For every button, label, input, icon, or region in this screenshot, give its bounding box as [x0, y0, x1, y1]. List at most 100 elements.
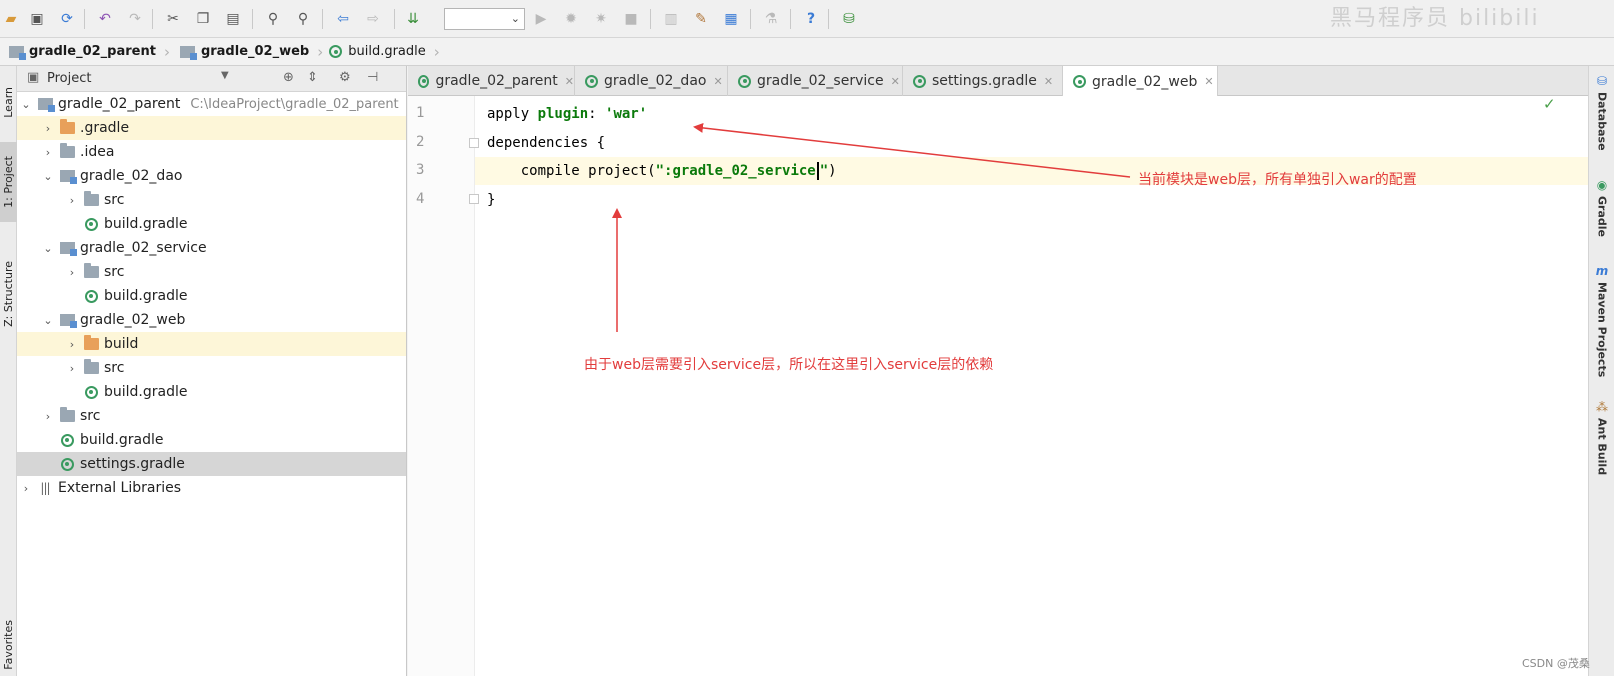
collapse-all-icon[interactable]: ⇕ [307, 70, 318, 85]
sdk-icon[interactable]: ⚗ [760, 8, 782, 30]
tree-item-web-src[interactable]: › src [17, 356, 406, 380]
open-folder-icon[interactable]: ▰ [0, 8, 22, 30]
expanded-arrow-icon[interactable]: ⌄ [19, 98, 33, 111]
vcs-icon[interactable]: ▥ [660, 8, 682, 30]
tool-tab-ant[interactable]: ⁂ Ant Build [1589, 400, 1614, 475]
tree-item-dao-src[interactable]: › src [17, 188, 406, 212]
collapsed-arrow-icon[interactable]: › [65, 266, 79, 279]
tree-item-label: gradle_02_service [80, 240, 207, 256]
tree-item-root-build-gradle[interactable]: build.gradle [17, 428, 406, 452]
ant-icon: ⁂ [1596, 400, 1608, 414]
check-icon: ✓ [1543, 95, 1556, 113]
project-structure-icon[interactable]: ▦ [720, 8, 742, 30]
breadcrumb: gradle_02_parent › gradle_02_web › build… [0, 38, 1614, 66]
collapsed-arrow-icon[interactable]: › [41, 410, 55, 423]
tab-gradle-02-service[interactable]: gradle_02_service ✕ [728, 66, 903, 96]
close-icon[interactable]: ✕ [713, 75, 722, 88]
collapsed-arrow-icon[interactable]: › [41, 122, 55, 135]
close-icon[interactable]: ✕ [565, 75, 574, 88]
close-icon[interactable]: ✕ [891, 75, 900, 88]
tool-tab-learn[interactable]: Learn [0, 72, 17, 132]
collapsed-arrow-icon[interactable]: › [19, 482, 33, 495]
forward-icon[interactable]: ⇨ [362, 8, 384, 30]
chevron-down-icon[interactable]: ▼ [221, 70, 229, 81]
expanded-arrow-icon[interactable]: ⌄ [41, 314, 55, 327]
collapsed-arrow-icon[interactable]: › [65, 338, 79, 351]
breadcrumb-label: gradle_02_web [200, 44, 310, 59]
debug-icon[interactable]: ✹ [560, 8, 582, 30]
sync-icon[interactable]: ⟳ [56, 8, 78, 30]
fold-marker-icon[interactable] [469, 138, 479, 148]
tool-tab-database[interactable]: ⛁ Database [1589, 74, 1614, 151]
gradle-file-icon [59, 433, 75, 447]
close-icon[interactable]: ✕ [1044, 75, 1053, 88]
tool-tab-maven[interactable]: m Maven Projects [1589, 264, 1614, 377]
tab-gradle-02-web[interactable]: gradle_02_web ✕ [1063, 66, 1218, 97]
tab-gradle-02-dao[interactable]: gradle_02_dao ✕ [575, 66, 728, 96]
paste-icon[interactable]: ▤ [222, 8, 244, 30]
breadcrumb-item-file[interactable]: build.gradle [329, 38, 432, 66]
line-number: 1 [416, 105, 425, 121]
tool-tab-project[interactable]: 1: Project [0, 142, 17, 222]
expanded-arrow-icon[interactable]: ⌄ [41, 242, 55, 255]
tree-item-label: gradle_02_web [80, 312, 186, 328]
toolbar-separator [152, 9, 153, 29]
breadcrumb-item-web[interactable]: gradle_02_web [176, 38, 315, 66]
tree-item-service-build-gradle[interactable]: build.gradle [17, 284, 406, 308]
tree-item-web[interactable]: ⌄ gradle_02_web [17, 308, 406, 332]
collapsed-arrow-icon[interactable]: › [41, 146, 55, 159]
fold-marker-icon[interactable] [469, 194, 479, 204]
tree-item-label: build.gradle [80, 432, 164, 448]
tree-item-label: settings.gradle [80, 456, 185, 472]
project-view-select[interactable]: Project [47, 71, 91, 86]
tree-item-root-src[interactable]: › src [17, 404, 406, 428]
build-icon[interactable]: ⇊ [402, 8, 424, 30]
plugin-icon[interactable]: ⛁ [838, 8, 860, 30]
tool-tab-structure[interactable]: Z: Structure [0, 246, 17, 342]
tab-settings-gradle[interactable]: settings.gradle ✕ [903, 66, 1063, 96]
collapsed-arrow-icon[interactable]: › [65, 194, 79, 207]
tool-tab-favorites[interactable]: Favorites [0, 614, 17, 676]
redo-icon[interactable]: ↷ [124, 8, 146, 30]
tree-item-settings-gradle[interactable]: settings.gradle [17, 452, 406, 476]
copy-icon[interactable]: ❐ [192, 8, 214, 30]
tree-item-dot-gradle[interactable]: › .gradle [17, 116, 406, 140]
scroll-from-source-icon[interactable]: ⊕ [283, 70, 294, 85]
cut-icon[interactable]: ✂ [162, 8, 184, 30]
tree-item-dao[interactable]: ⌄ gradle_02_dao [17, 164, 406, 188]
save-icon[interactable]: ▣ [26, 8, 48, 30]
run-configuration-select[interactable]: ⌄ [444, 8, 525, 30]
tool-tab-gradle[interactable]: ◉ Gradle [1589, 178, 1614, 237]
gear-icon[interactable]: ⚙ [339, 70, 351, 85]
tree-item-web-build[interactable]: › build [17, 332, 406, 356]
tree-item-external-libraries[interactable]: › ||| External Libraries [17, 476, 406, 500]
tree-item-service[interactable]: ⌄ gradle_02_service [17, 236, 406, 260]
help-icon[interactable]: ? [800, 8, 822, 30]
find-icon[interactable]: ⚲ [262, 8, 284, 30]
expanded-arrow-icon[interactable]: ⌄ [41, 170, 55, 183]
run-icon[interactable]: ▶ [530, 8, 552, 30]
coverage-icon[interactable]: ✷ [590, 8, 612, 30]
gradle-file-icon [913, 74, 926, 88]
breadcrumb-item-parent[interactable]: gradle_02_parent [4, 38, 162, 66]
tab-gradle-02-parent[interactable]: gradle_02_parent ✕ [408, 66, 575, 96]
tree-item-web-build-gradle[interactable]: build.gradle [17, 380, 406, 404]
tab-label: settings.gradle [932, 73, 1037, 89]
tree-item-root[interactable]: ⌄ gradle_02_parent C:\IdeaProject\gradle… [17, 92, 406, 116]
folder-icon [83, 263, 99, 279]
stop-icon[interactable]: ■ [620, 8, 642, 30]
tree-item-dao-build-gradle[interactable]: build.gradle [17, 212, 406, 236]
tree-item-label: gradle_02_dao [80, 168, 183, 184]
tree-item-idea[interactable]: › .idea [17, 140, 406, 164]
back-icon[interactable]: ⇦ [332, 8, 354, 30]
folder-icon [59, 407, 75, 423]
hide-panel-icon[interactable]: ⊣ [367, 70, 378, 85]
tree-item-service-src[interactable]: › src [17, 260, 406, 284]
code-line-4: } [487, 192, 496, 208]
replace-icon[interactable]: ⚲ [292, 8, 314, 30]
close-icon[interactable]: ✕ [1204, 75, 1213, 88]
text-caret [816, 162, 819, 180]
collapsed-arrow-icon[interactable]: › [65, 362, 79, 375]
undo-icon[interactable]: ↶ [94, 8, 116, 30]
settings-icon[interactable]: ✎ [690, 8, 712, 30]
